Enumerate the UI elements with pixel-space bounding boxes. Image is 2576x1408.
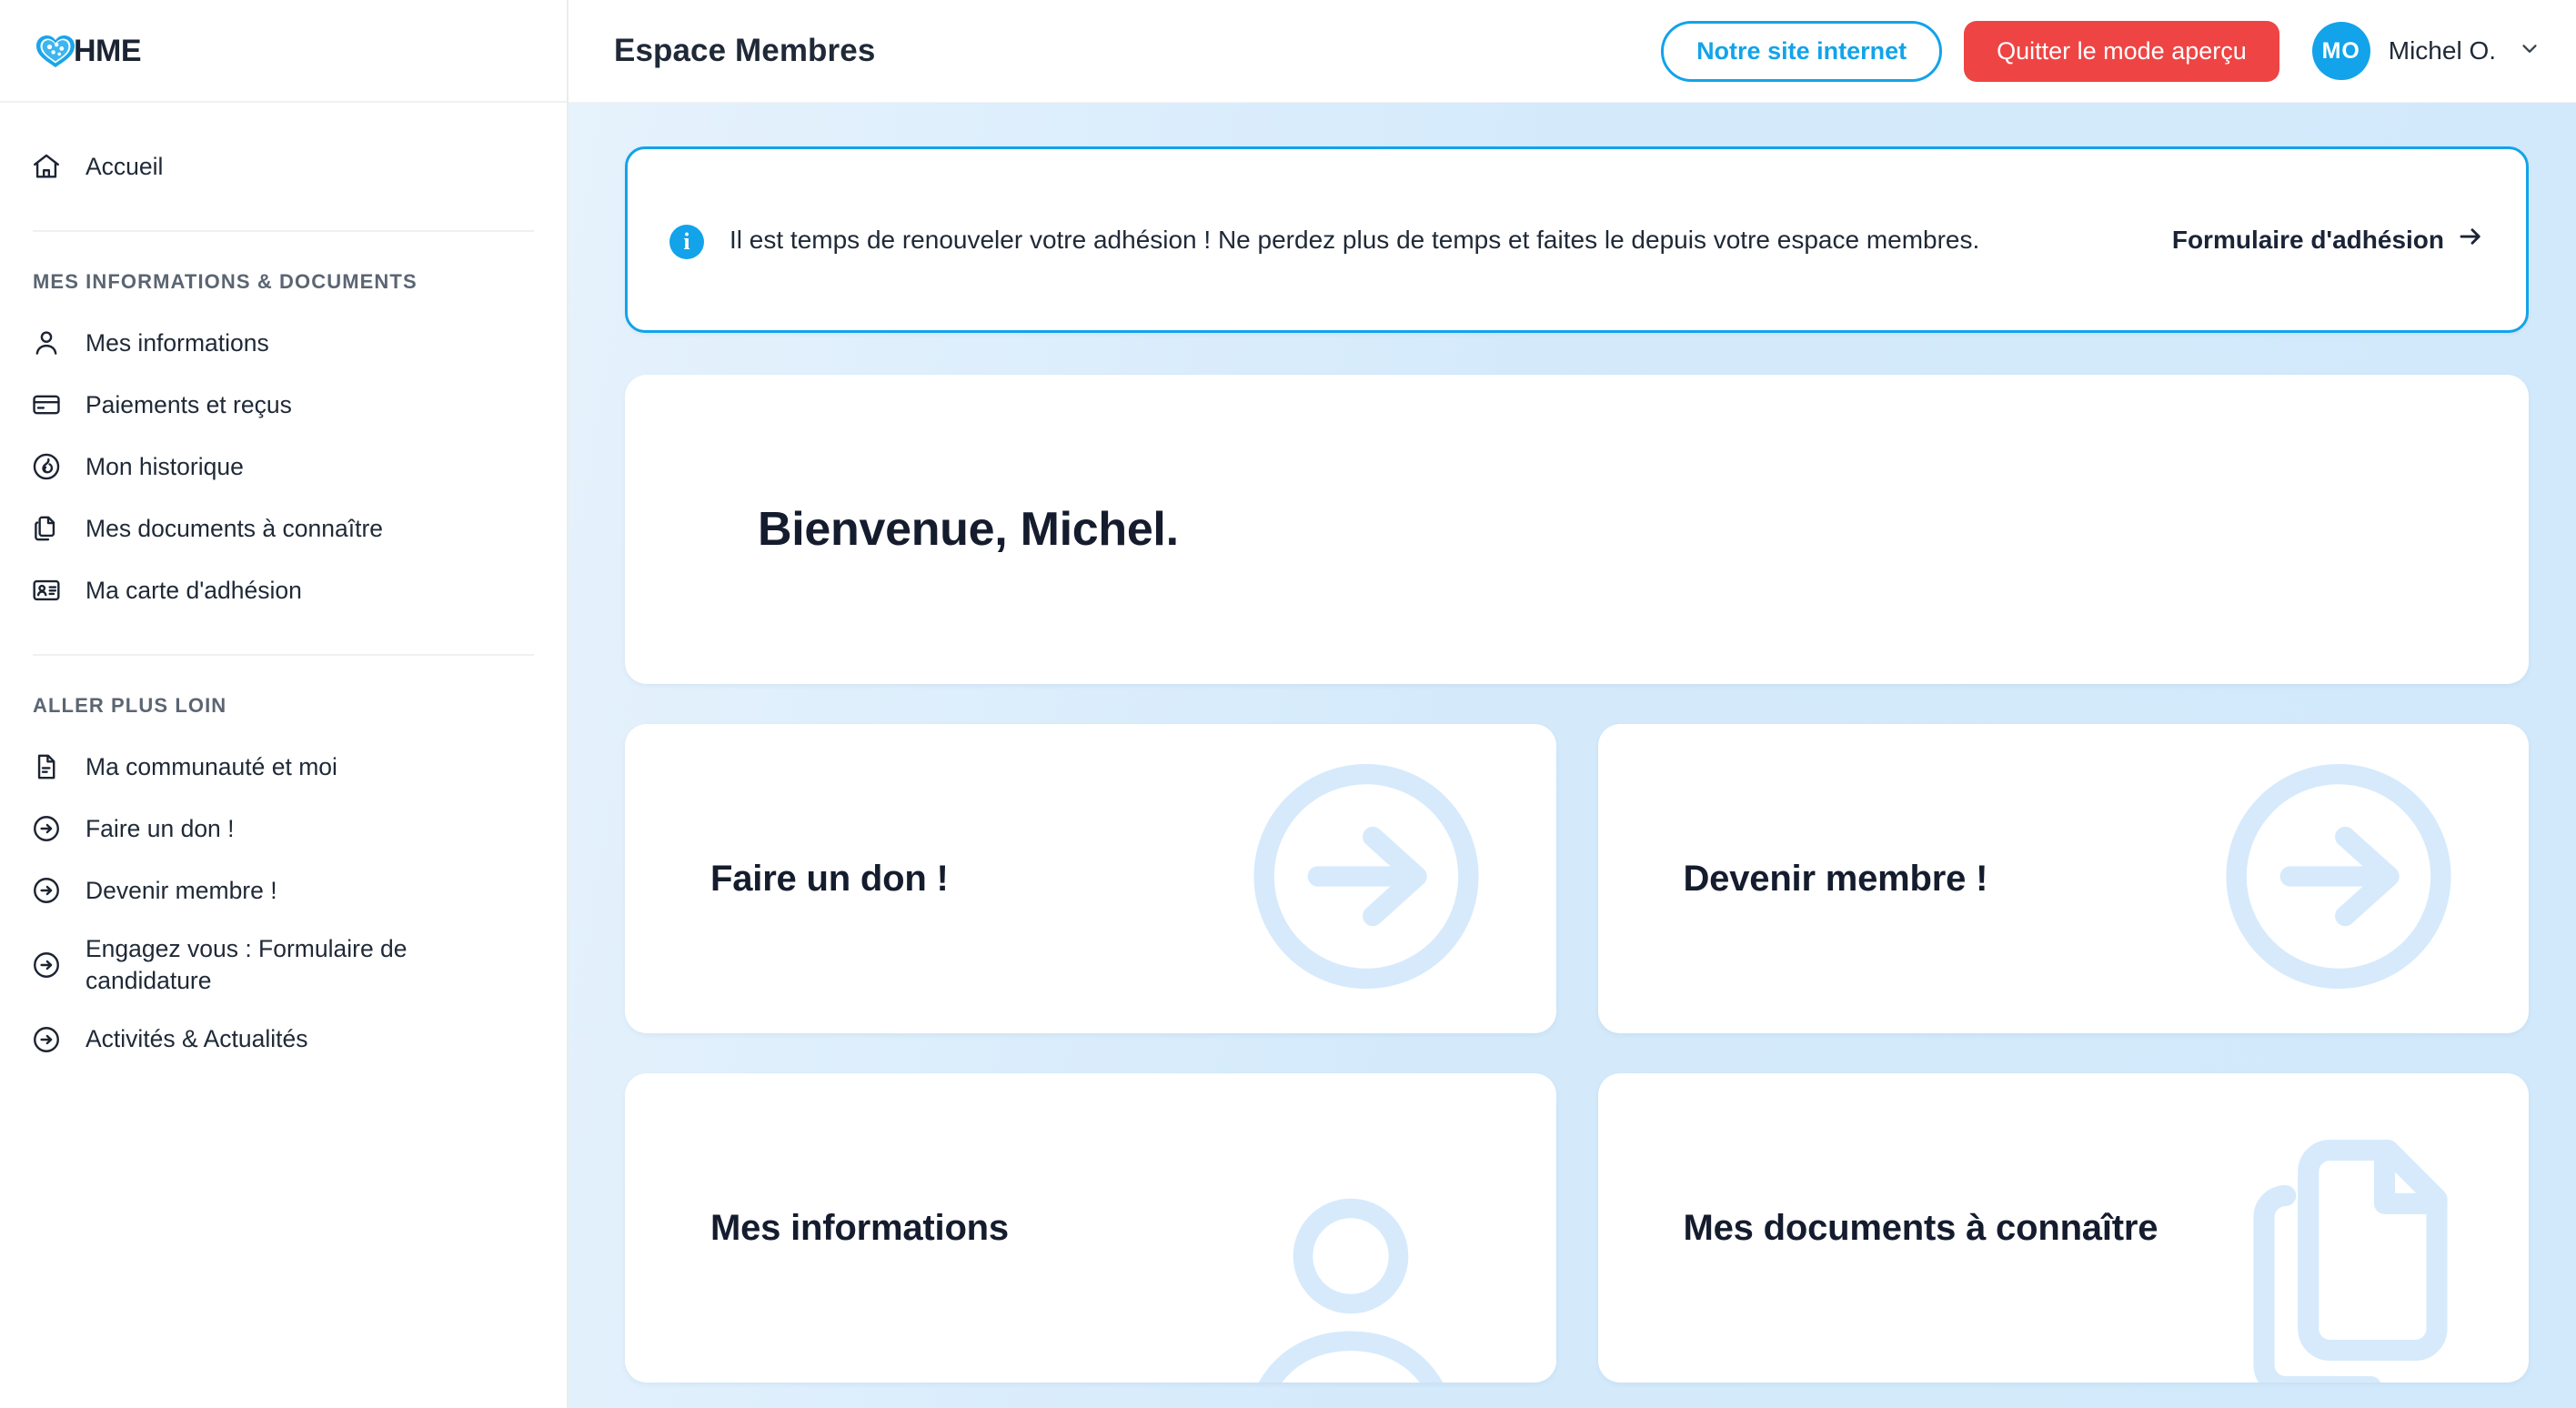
tile-faire-un-don[interactable]: Faire un don ! [625,724,1556,1033]
sidebar: HME Accueil MES INFORMATIONS & DOCUMENTS [0,0,569,1408]
sidebar-item-label: Activités & Actualités [86,1025,308,1053]
flame-circle-icon [27,448,65,486]
app-root: HME Accueil MES INFORMATIONS & DOCUMENTS [0,0,2576,1408]
sidebar-item-accueil[interactable]: Accueil [0,136,567,197]
banner-message: Il est temps de renouveler votre adhésio… [730,225,1980,254]
sidebar-item-label: Accueil [86,152,164,180]
sidebar-item-mes-informations[interactable]: Mes informations [0,312,567,374]
arrow-right-icon [2457,223,2484,256]
notre-site-internet-button[interactable]: Notre site internet [1661,20,1943,82]
user-menu[interactable]: MO Michel O. [2311,22,2541,80]
file-text-icon [27,748,65,786]
sidebar-item-label: Paiements et reçus [86,390,292,418]
home-icon [27,147,65,186]
sidebar-item-label: Ma communauté et moi [86,752,337,780]
person-art-icon [1223,1188,1478,1383]
sidebar-item-activites-actualites[interactable]: Activités & Actualités [0,1009,567,1071]
tile-title: Mes informations [710,1207,1009,1248]
sidebar-item-label: Mes informations [86,328,269,357]
arrow-circle-right-icon [27,946,65,984]
sidebar-section-title-informations: MES INFORMATIONS & DOCUMENTS [33,270,418,293]
sidebar-item-label: Mes documents à connaître [86,514,384,542]
sidebar-item-mes-documents-a-connaitre[interactable]: Mes documents à connaître [0,498,567,559]
sidebar-item-ma-communaute-et-moi[interactable]: Ma communauté et moi [0,736,567,798]
tile-title: Faire un don ! [710,858,949,899]
renewal-banner: i Il est temps de renouveler votre adhés… [625,146,2529,333]
tile-title: Mes documents à connaître [1683,1207,2158,1248]
sidebar-nav: Accueil MES INFORMATIONS & DOCUMENTS Mes… [0,103,567,1408]
sidebar-item-paiements-et-recus[interactable]: Paiements et reçus [0,374,567,436]
sidebar-section-title-aller-plus-loin: ALLER PLUS LOIN [33,694,227,717]
tile-mes-documents-a-connaitre[interactable]: Mes documents à connaître [1597,1073,2529,1383]
quitter-mode-apercu-button[interactable]: Quitter le mode aperçu [1964,20,2279,82]
arrow-circle-right-icon [27,810,65,848]
arrow-circle-right-icon [27,1021,65,1059]
sidebar-item-ma-carte-dadhesion[interactable]: Ma carte d'adhésion [0,559,567,621]
brand-logo[interactable]: HME [0,0,567,103]
sidebar-item-engagez-vous[interactable]: Engagez vous : Formulaire de candidature [0,921,567,1009]
welcome-title: Bienvenue, Michel. [758,503,1179,556]
documents-copy-art-icon [2214,1121,2487,1383]
tile-mes-informations[interactable]: Mes informations [625,1073,1556,1383]
tile-devenir-membre[interactable]: Devenir membre ! [1597,724,2529,1033]
sidebar-item-mon-historique[interactable]: Mon historique [0,436,567,498]
quick-links-grid: Faire un don ! Devenir membre ! Mes info… [625,724,2529,1383]
tile-title: Devenir membre ! [1683,858,1988,899]
credit-card-icon [27,386,65,424]
chevron-down-icon [2518,36,2541,65]
heart-shield-logo-icon [35,33,76,69]
content-area: i Il est temps de renouveler votre adhés… [569,103,2576,1408]
sidebar-item-label: Ma carte d'adhésion [86,576,302,604]
sidebar-item-label: Faire un don ! [86,814,235,842]
formulaire-adhesion-link[interactable]: Formulaire d'adhésion [2172,223,2484,256]
top-bar: Espace Membres Notre site internet Quitt… [569,0,2576,103]
arrow-circle-right-art-icon [1234,745,1498,1013]
main-region: Espace Membres Notre site internet Quitt… [569,0,2576,1408]
id-card-icon [27,571,65,609]
user-name: Michel O. [2388,36,2496,65]
sidebar-item-label: Engagez vous : Formulaire de candidature [86,935,408,994]
sidebar-item-faire-un-don[interactable]: Faire un don ! [0,798,567,860]
top-bar-actions: Notre site internet Quitter le mode aper… [1661,20,2541,82]
arrow-circle-right-icon [27,871,65,910]
avatar: MO [2311,22,2370,80]
sidebar-item-label: Devenir membre ! [86,876,277,904]
sidebar-item-devenir-membre[interactable]: Devenir membre ! [0,860,567,921]
arrow-circle-right-art-icon [2207,745,2470,1013]
page-title: Espace Membres [614,33,876,68]
sidebar-item-label: Mon historique [86,452,244,480]
brand-name: HME [74,33,142,68]
info-circle-icon: i [669,224,704,259]
user-icon [27,324,65,362]
formulaire-adhesion-label: Formulaire d'adhésion [2171,225,2444,254]
documents-copy-icon [27,509,65,548]
welcome-card: Bienvenue, Michel. [625,375,2529,684]
